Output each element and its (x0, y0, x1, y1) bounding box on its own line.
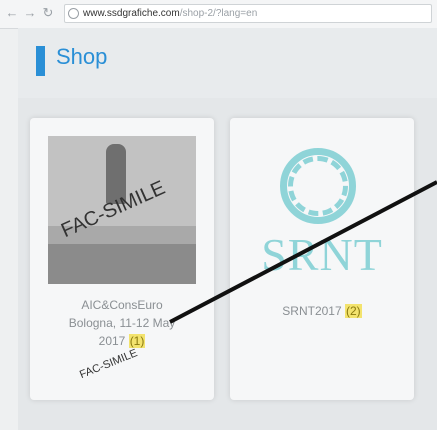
crossing-line (169, 180, 437, 324)
diagonal-strike-line (169, 180, 437, 324)
